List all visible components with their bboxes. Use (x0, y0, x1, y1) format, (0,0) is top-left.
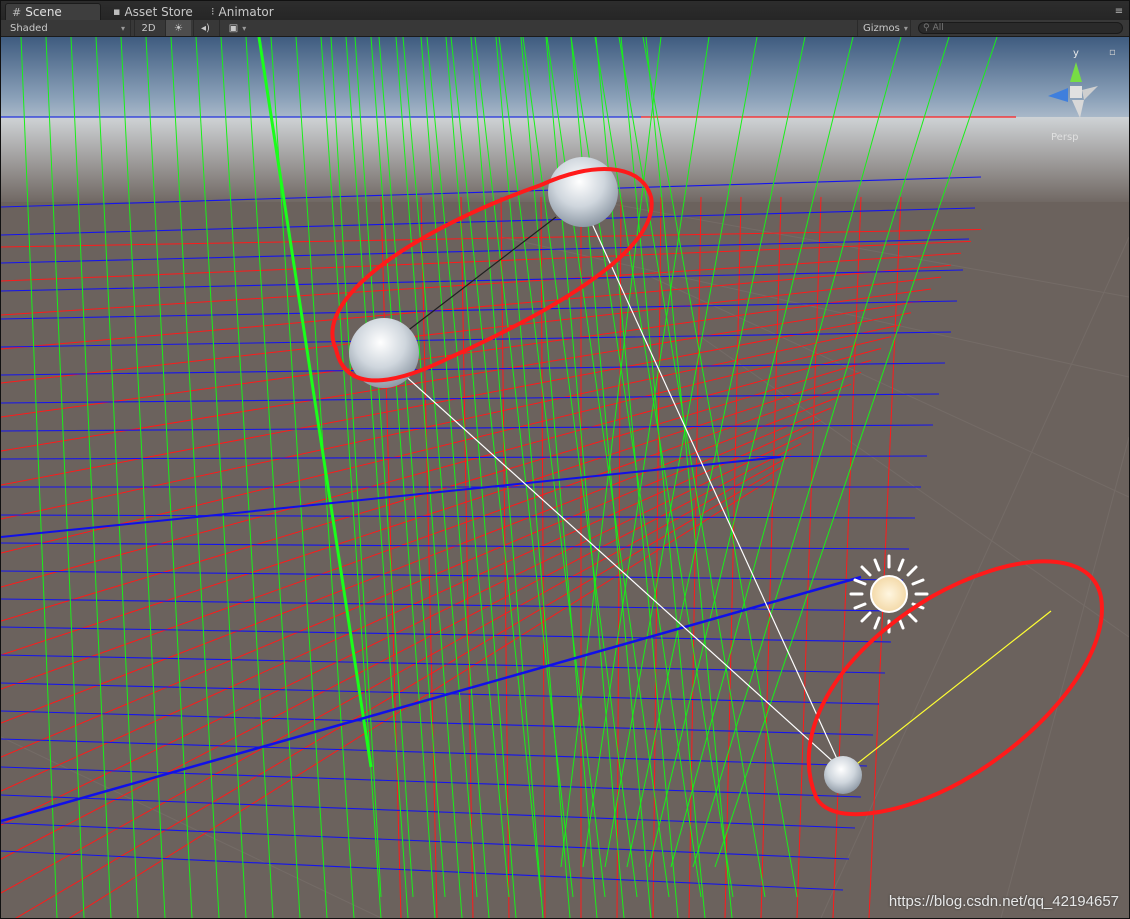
image-icon: ▣ (228, 22, 239, 34)
grid-icon: # (12, 5, 22, 19)
search-placeholder: All (932, 23, 944, 33)
tab-menu-icon[interactable]: ≡ (1113, 7, 1125, 17)
scene-window: # Scene ▪ Asset Store ⁝ Animator ≡ Shade… (0, 0, 1130, 919)
tab-animator[interactable]: ⁝ Animator (205, 3, 291, 20)
projection-label[interactable]: Persp (1051, 132, 1079, 143)
shading-mode-dropdown[interactable]: Shaded ▾ (5, 20, 131, 36)
tab-asset-store[interactable]: ▪ Asset Store (107, 3, 199, 20)
directional-light-icon[interactable] (849, 554, 929, 634)
mode-2d-button[interactable]: 2D (134, 20, 162, 36)
chevron-down-icon: ▾ (903, 23, 908, 33)
sun-icon: ☀ (174, 22, 183, 34)
scene-toolbar: Shaded ▾ 2D ☀ ◂) ▣ ▾ Gizmos ▾ ⚲ All (1, 20, 1129, 37)
scene-canvas: y (1, 37, 1129, 918)
animator-icon: ⁝ (211, 5, 215, 18)
lighting-toggle[interactable]: ☀ (165, 20, 191, 36)
gizmos-label: Gizmos (863, 22, 900, 34)
search-input[interactable]: ⚲ All (918, 22, 1123, 34)
effects-dropdown[interactable]: ▣ ▾ (219, 20, 255, 36)
mode-2d-label: 2D (141, 22, 156, 34)
chevron-down-icon: ▾ (242, 23, 247, 33)
shading-mode-label: Shaded (10, 22, 48, 34)
tab-asset-store-label: Asset Store (124, 4, 193, 19)
tab-scene-label: Scene (25, 5, 62, 19)
gizmo-center-cube[interactable] (1070, 86, 1082, 98)
speaker-icon: ◂) (201, 22, 210, 34)
watermark: https://blog.csdn.net/qq_42194657 (888, 893, 1119, 910)
tab-animator-label: Animator (218, 4, 274, 19)
gizmos-dropdown[interactable]: Gizmos ▾ (857, 20, 911, 36)
chevron-down-icon: ▾ (120, 23, 125, 33)
scene-viewport[interactable]: y ▫ Persp https://blog.csdn.net/qq_42194… (1, 37, 1129, 918)
bag-icon: ▪ (113, 5, 121, 18)
lock-icon[interactable]: ▫ (1109, 47, 1116, 58)
tab-bar: # Scene ▪ Asset Store ⁝ Animator ≡ (1, 1, 1129, 21)
ground (1, 202, 1129, 918)
sphere-bottom[interactable] (824, 756, 862, 794)
audio-toggle[interactable]: ◂) (193, 20, 217, 36)
gizmo-y-label: y (1073, 48, 1079, 59)
tab-scene[interactable]: # Scene (5, 3, 101, 20)
search-icon: ⚲ (923, 23, 930, 33)
